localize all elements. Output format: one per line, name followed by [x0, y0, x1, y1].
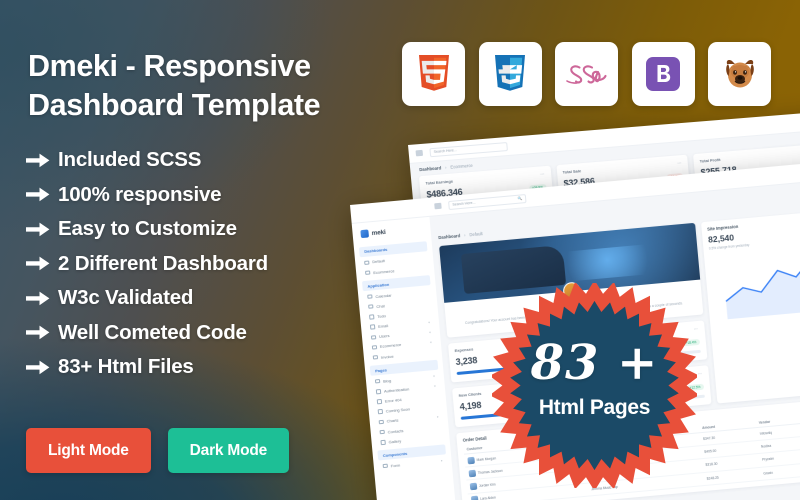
chevron-down-icon: ▾ [436, 414, 439, 419]
panel-title: Site Impression [706, 223, 739, 232]
feature-item: 100% responsive [26, 178, 376, 213]
front-breadcrumb-current: Default [469, 231, 483, 238]
feature-item: Well Cometed Code [26, 316, 376, 351]
stat-label: New Clients [458, 390, 482, 398]
front-breadcrumb-root[interactable]: Dashboard [438, 233, 460, 240]
stat-label: Total Earnings [425, 178, 454, 186]
arrow-icon [26, 291, 52, 306]
site-impression-panel: Site Impression⋯ 82,540 0.5% change from… [700, 207, 800, 404]
feature-item: 2 Different Dashboard [26, 247, 376, 282]
breadcrumb-separator: › [444, 164, 447, 171]
feature-label: 100% responsive [58, 182, 222, 206]
avatar [469, 482, 478, 491]
back-breadcrumb-root[interactable]: Dashboard [419, 165, 441, 172]
light-mode-button[interactable]: Light Mode [26, 428, 151, 473]
impression-area-chart [725, 246, 800, 319]
bootstrap-badge [631, 42, 695, 106]
sass-badge [555, 42, 618, 106]
chevron-down-icon: ▾ [433, 374, 436, 379]
left-panel: Dmeki - Responsive Dashboard Template In… [0, 0, 400, 500]
arrow-icon [26, 153, 52, 168]
feature-item: 83+ Html Files [26, 350, 376, 385]
feature-label: Easy to Customize [58, 217, 237, 241]
arrow-icon [26, 325, 52, 340]
back-breadcrumb-current: Ecommerce [450, 162, 473, 170]
css3-badge [478, 42, 542, 106]
card-menu-icon[interactable]: ⋯ [698, 371, 703, 376]
panel-title: Order Detail [462, 435, 487, 443]
feature-list: Included SCSS 100% responsive Easy to Cust… [26, 143, 376, 385]
arrow-icon [26, 360, 52, 375]
chevron-down-icon: ▾ [428, 319, 431, 324]
back-search-placeholder: Search Here... [433, 148, 458, 154]
dark-mode-button[interactable]: Dark Mode [167, 428, 290, 473]
stat-label: Expenses [454, 346, 474, 354]
avatar [467, 456, 475, 464]
page-title: Dmeki - Responsive Dashboard Template [28, 49, 321, 123]
stat-label: Total Sale [562, 168, 582, 175]
feature-item: W3c Validated [26, 281, 376, 316]
feature-label: 83+ Html Files [58, 355, 194, 379]
mode-button-group: Light Mode Dark Mode [26, 428, 290, 473]
feature-item: Included SCSS [26, 143, 376, 178]
feature-label: Well Cometed Code [58, 320, 247, 344]
search-icon[interactable]: 🔍 [517, 196, 522, 200]
stat-label: Total Profit [699, 156, 721, 164]
sass-icon [565, 65, 607, 84]
html5-icon [418, 55, 449, 91]
hamburger-icon[interactable] [415, 149, 424, 157]
front-search-input[interactable]: Search Here... 🔍 [448, 193, 527, 210]
burst-label: Html Pages [538, 396, 651, 419]
arrow-icon [26, 222, 52, 237]
avatar [468, 469, 477, 478]
tech-badge-row [402, 42, 771, 106]
back-search-input[interactable]: Search Here... [429, 141, 508, 157]
feature-label: W3c Validated [58, 286, 194, 310]
chevron-down-icon: ▾ [429, 329, 432, 335]
avatar [470, 495, 479, 500]
breadcrumb-separator: › [463, 232, 466, 238]
front-search-placeholder: Search Here... [452, 200, 476, 207]
hamburger-icon[interactable] [434, 202, 442, 210]
card-menu-icon[interactable]: ⋯ [540, 171, 545, 176]
card-menu-icon[interactable]: ⋯ [677, 160, 682, 165]
feature-label: Included SCSS [58, 148, 202, 172]
pug-badge [708, 42, 771, 106]
pug-icon [725, 60, 754, 88]
css3-icon [495, 55, 525, 91]
feature-label: 2 Different Dashboard [58, 251, 268, 275]
chevron-down-icon: ▾ [433, 384, 436, 389]
chevron-down-icon: ▾ [429, 340, 432, 345]
stat-value: 4,198 [459, 399, 482, 412]
html-pages-badge: 83 + Html Pages [492, 283, 697, 488]
arrow-icon [26, 256, 52, 271]
html5-badge [402, 42, 465, 106]
burst-number: 83 + [530, 335, 659, 391]
feature-item: Easy to Customize [26, 212, 376, 247]
bootstrap-icon [646, 57, 680, 91]
stat-value: 3,238 [455, 355, 478, 368]
arrow-icon [26, 187, 52, 202]
chevron-down-icon: ▾ [440, 458, 443, 464]
